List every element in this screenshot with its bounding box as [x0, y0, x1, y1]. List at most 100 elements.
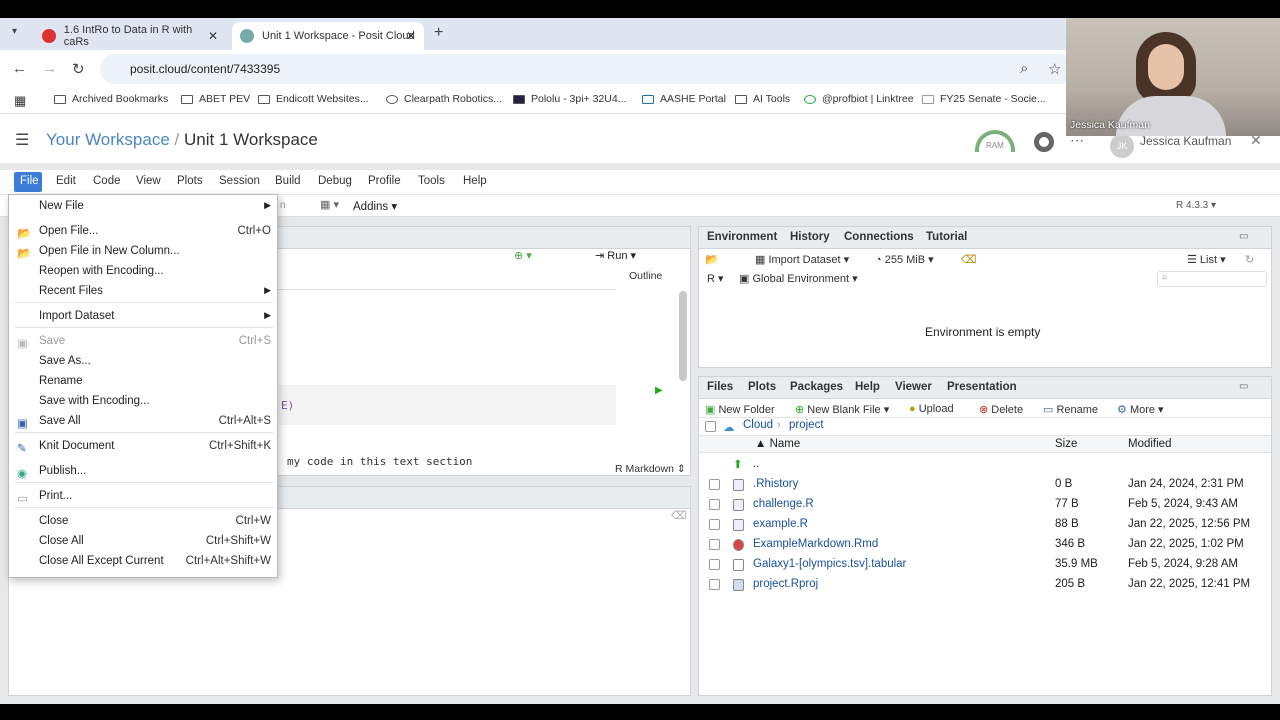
scrollbar[interactable]	[679, 291, 687, 381]
menu-tools[interactable]: Tools	[418, 175, 445, 187]
menu-item-print[interactable]: ▭ Print...	[9, 487, 277, 507]
table-row[interactable]: ExampleMarkdown.Rmd 346 B Jan 22, 2025, 1:…	[699, 535, 1275, 555]
select-all-checkbox[interactable]	[705, 421, 716, 432]
tab-environment[interactable]: Environment	[707, 231, 777, 243]
settings-gear-icon[interactable]	[1034, 132, 1054, 152]
close-icon[interactable]: ✕	[208, 29, 218, 43]
menu-file[interactable]: File	[14, 172, 42, 192]
table-row[interactable]: example.R 88 B Jan 22, 2025, 12:56 PM	[699, 515, 1275, 535]
file-name[interactable]: Galaxy1-[olympics.tsv].tabular	[753, 558, 906, 570]
memory-usage[interactable]: ◔ 255 MiB ▾	[875, 253, 934, 266]
row-checkbox[interactable]	[709, 499, 720, 510]
bookmark-item[interactable]: Archived Bookmarks	[54, 93, 168, 105]
new-blank-file-button[interactable]: ⊕ New Blank File ▾	[795, 403, 889, 416]
menu-item-knit[interactable]: ✎ Knit Document Ctrl+Shift+K	[9, 437, 277, 457]
menu-icon[interactable]: ☰	[15, 130, 29, 150]
menu-item-close[interactable]: Close Ctrl+W	[9, 512, 277, 532]
breadcrumb-workspace[interactable]: Your Workspace	[46, 130, 170, 149]
table-row[interactable]: project.Rproj 205 B Jan 22, 2025, 12:41 PM	[699, 575, 1275, 595]
close-icon[interactable]: ✕	[406, 29, 416, 43]
file-name[interactable]: challenge.R	[753, 498, 814, 510]
insert-chunk-icon[interactable]: ⊕ ▾	[514, 249, 532, 262]
tab-files[interactable]: Files	[707, 381, 733, 393]
refresh-icon[interactable]: ↻	[1245, 253, 1254, 266]
bookmark-item[interactable]: ABET PEV	[181, 93, 250, 105]
tab-search-icon[interactable]: ▾	[12, 26, 17, 37]
menu-item-rename[interactable]: Rename	[9, 372, 277, 392]
tab-packages[interactable]: Packages	[790, 381, 843, 393]
row-checkbox[interactable]	[709, 519, 720, 530]
menu-item-recent-files[interactable]: Recent Files ▶	[9, 282, 277, 302]
tab-plots[interactable]: Plots	[748, 381, 776, 393]
rename-button[interactable]: ▭ Rename	[1043, 403, 1098, 416]
delete-button[interactable]: ⊗ Delete	[979, 403, 1023, 416]
table-row[interactable]: .Rhistory 0 B Jan 24, 2024, 2:31 PM	[699, 475, 1275, 495]
bookmark-item[interactable]: AASHE Portal	[642, 93, 726, 105]
avatar[interactable]: JK	[1110, 134, 1134, 158]
menu-item-import-dataset[interactable]: Import Dataset ▶	[9, 307, 277, 327]
file-name[interactable]: project.Rproj	[753, 578, 818, 590]
minimize-icon[interactable]: ▭	[1239, 231, 1248, 242]
bookmark-item[interactable]: FY25 Senate - Socie...	[922, 93, 1046, 105]
r-version[interactable]: R 4.3.3 ▾	[1176, 200, 1216, 211]
menu-item-save[interactable]: ▣ Save Ctrl+S	[9, 332, 277, 352]
header-name[interactable]: ▲ Name	[755, 438, 800, 450]
path-project[interactable]: project	[789, 419, 824, 431]
tab-history[interactable]: History	[790, 231, 830, 243]
table-row[interactable]: challenge.R 77 B Feb 5, 2024, 9:43 AM	[699, 495, 1275, 515]
menu-code[interactable]: Code	[93, 175, 121, 187]
scope-select[interactable]: ▣ Global Environment ▾	[739, 272, 858, 285]
menu-profile[interactable]: Profile	[368, 175, 401, 187]
list-item[interactable]: ⬆ ..	[699, 455, 1275, 475]
tab-tutorial[interactable]: Tutorial	[926, 231, 967, 243]
zoom-icon[interactable]: ⌕	[1020, 60, 1028, 77]
tab-viewer[interactable]: Viewer	[895, 381, 932, 393]
path-cloud[interactable]: Cloud	[743, 419, 773, 431]
clear-console-icon[interactable]: ⌫	[671, 509, 687, 522]
language-select[interactable]: R ▾	[707, 272, 724, 285]
menu-item-open-new-column[interactable]: 📂 Open File in New Column...	[9, 242, 277, 262]
list-view-button[interactable]: ☰ List ▾	[1187, 253, 1226, 266]
browser-tab-intro[interactable]: 1.6 IntRo to Data in R with caRs ✕	[34, 22, 226, 50]
menu-item-close-all[interactable]: Close All Ctrl+Shift+W	[9, 532, 277, 552]
menu-build[interactable]: Build	[275, 175, 301, 187]
addins-button[interactable]: Addins ▾	[353, 199, 397, 213]
file-name[interactable]: ..	[753, 458, 759, 470]
row-checkbox[interactable]	[709, 579, 720, 590]
url-field[interactable]: posit.cloud/content/7433395	[100, 54, 1075, 84]
menu-item-save-encoding[interactable]: Save with Encoding...	[9, 392, 277, 412]
header-modified[interactable]: Modified	[1128, 438, 1171, 450]
run-chunk-icon[interactable]: ▶	[655, 385, 663, 396]
new-folder-button[interactable]: ▣ New Folder	[705, 403, 775, 416]
tab-help[interactable]: Help	[855, 381, 880, 393]
file-name[interactable]: ExampleMarkdown.Rmd	[753, 538, 878, 550]
broom-icon[interactable]: ⌫	[961, 253, 977, 266]
menu-view[interactable]: View	[136, 175, 161, 187]
env-search-input[interactable]: ⌕	[1157, 271, 1267, 287]
tab-connections[interactable]: Connections	[844, 231, 914, 243]
open-icon[interactable]: 📂	[705, 253, 719, 266]
import-dataset-button[interactable]: ▦ Import Dataset ▾	[755, 253, 849, 266]
bookmark-item[interactable]: @profbiot | Linktree	[804, 93, 914, 105]
header-size[interactable]: Size	[1055, 438, 1077, 450]
reload-icon[interactable]: ↻	[72, 60, 85, 78]
row-checkbox[interactable]	[709, 539, 720, 550]
menu-debug[interactable]: Debug	[318, 175, 352, 187]
menu-edit[interactable]: Edit	[56, 175, 76, 187]
row-checkbox[interactable]	[709, 479, 720, 490]
grid-icon[interactable]: ▦ ▾	[320, 198, 339, 211]
bookmark-item[interactable]: AI Tools	[735, 93, 790, 105]
forward-icon[interactable]: →	[42, 60, 57, 77]
minimize-icon[interactable]: ▭	[1239, 381, 1248, 392]
menu-session[interactable]: Session	[219, 175, 260, 187]
more-button[interactable]: ⚙ More ▾	[1117, 403, 1164, 416]
menu-plots[interactable]: Plots	[177, 175, 203, 187]
menu-item-new-file[interactable]: New File ▶	[9, 197, 277, 217]
upload-button[interactable]: ● Upload	[909, 403, 954, 415]
menu-item-reopen-encoding[interactable]: Reopen with Encoding...	[9, 262, 277, 282]
star-icon[interactable]: ☆	[1048, 60, 1061, 78]
table-row[interactable]: Galaxy1-[olympics.tsv].tabular 35.9 MB Feb…	[699, 555, 1275, 575]
bookmark-item[interactable]: Endicott Websites...	[258, 93, 369, 105]
menu-item-save-all[interactable]: ▣ Save All Ctrl+Alt+S	[9, 412, 277, 432]
menu-item-open-file[interactable]: 📂 Open File... Ctrl+O	[9, 222, 277, 242]
